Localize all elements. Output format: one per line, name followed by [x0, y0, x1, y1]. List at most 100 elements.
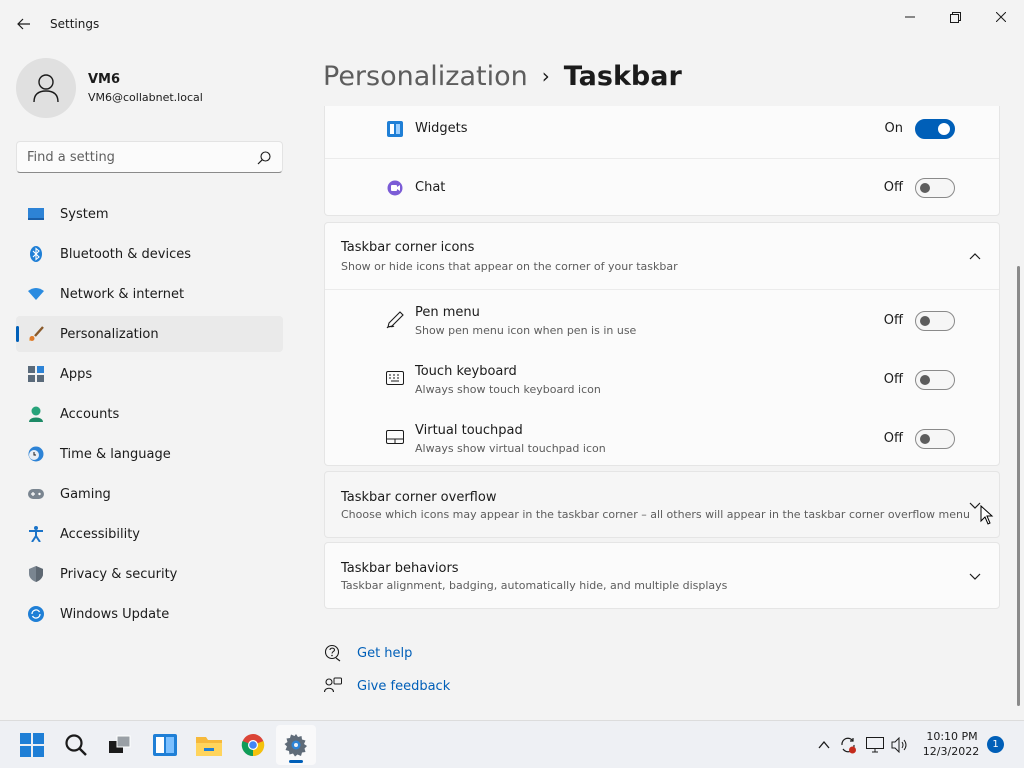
sidebar-item-accessibility[interactable]: Accessibility — [16, 516, 283, 552]
corner-icons-card: Taskbar corner icons Show or hide icons … — [324, 222, 1000, 466]
search-icon — [65, 734, 87, 756]
get-help-link[interactable]: Get help — [324, 643, 412, 663]
chat-row: Chat Off — [325, 159, 999, 217]
touch-keyboard-description: Always show touch keyboard icon — [415, 383, 601, 396]
file-explorer-button[interactable] — [189, 725, 229, 765]
sidebar-item-personalization[interactable]: Personalization — [16, 316, 283, 352]
task-view-icon — [109, 735, 131, 753]
settings-taskbar-button[interactable] — [276, 725, 316, 765]
chat-toggle[interactable] — [915, 178, 955, 198]
sidebar-item-label: System — [60, 206, 109, 222]
sidebar-item-network[interactable]: Network & internet — [16, 276, 283, 312]
breadcrumb-parent[interactable]: Personalization — [323, 61, 528, 92]
avatar[interactable] — [16, 58, 76, 118]
behaviors-card[interactable]: Taskbar behaviors Taskbar alignment, bad… — [324, 542, 1000, 609]
mouse-cursor-icon — [980, 505, 994, 525]
virtual-touchpad-state: Off — [883, 431, 903, 446]
sidebar-item-apps[interactable]: Apps — [16, 356, 283, 392]
breadcrumb: Personalization › Taskbar — [323, 58, 682, 94]
corner-icons-title: Taskbar corner icons — [341, 240, 475, 255]
sidebar-item-bluetooth[interactable]: Bluetooth & devices — [16, 236, 283, 272]
person-icon — [28, 406, 44, 422]
get-help-label[interactable]: Get help — [357, 646, 412, 661]
pen-menu-row: Pen menu Show pen menu icon when pen is … — [325, 290, 999, 349]
monitor-icon — [28, 206, 44, 222]
show-hidden-icons-button[interactable] — [814, 735, 834, 755]
chevron-up-icon[interactable] — [967, 248, 983, 264]
chevron-down-icon[interactable] — [967, 569, 983, 585]
corner-icons-subtitle: Show or hide icons that appear on the co… — [341, 260, 678, 273]
toggle-knob — [938, 123, 950, 135]
sidebar-item-system[interactable]: System — [16, 196, 283, 232]
sidebar-item-label: Gaming — [60, 486, 111, 502]
widgets-taskbar-button[interactable] — [145, 725, 185, 765]
scrollbar[interactable] — [1017, 266, 1020, 706]
sidebar-item-privacy[interactable]: Privacy & security — [16, 556, 283, 592]
pen-menu-description: Show pen menu icon when pen is in use — [415, 324, 637, 337]
tray-network-button[interactable] — [865, 735, 885, 755]
chrome-button[interactable] — [233, 725, 273, 765]
back-button[interactable] — [12, 12, 36, 36]
search-icon[interactable] — [256, 150, 272, 166]
close-button[interactable] — [985, 6, 1017, 28]
give-feedback-label[interactable]: Give feedback — [357, 679, 450, 694]
chrome-icon — [241, 734, 265, 757]
widgets-icon — [386, 120, 404, 138]
task-view-button[interactable] — [100, 725, 140, 765]
pen-menu-state: Off — [883, 313, 903, 328]
widgets-row: Widgets On — [325, 106, 999, 158]
sidebar-item-gaming[interactable]: Gaming — [16, 476, 283, 512]
sidebar-item-label: Bluetooth & devices — [60, 246, 191, 262]
pen-menu-label: Pen menu — [415, 305, 480, 320]
title-bar: Settings — [0, 0, 1024, 48]
virtual-touchpad-toggle[interactable] — [915, 429, 955, 449]
notification-badge[interactable]: 1 — [987, 736, 1004, 753]
arrow-left-icon — [17, 18, 30, 30]
clock-date[interactable]: 12/3/2022 — [916, 745, 986, 758]
search-box[interactable] — [16, 141, 283, 173]
widgets-label: Widgets — [415, 121, 468, 136]
folder-icon — [196, 737, 222, 756]
gear-icon — [284, 734, 307, 757]
pen-icon — [386, 311, 404, 329]
touch-keyboard-label: Touch keyboard — [415, 364, 517, 379]
corner-icons-header[interactable]: Taskbar corner icons Show or hide icons … — [325, 223, 999, 289]
tray-volume-button[interactable] — [890, 735, 910, 755]
touch-keyboard-toggle[interactable] — [915, 370, 955, 390]
sidebar-item-time-language[interactable]: Time & language — [16, 436, 283, 472]
volume-icon — [891, 737, 907, 753]
sidebar-nav: System Bluetooth & devices Network & int… — [16, 196, 283, 636]
start-button[interactable] — [12, 725, 52, 765]
sidebar-item-label: Accessibility — [60, 526, 140, 542]
sync-error-icon — [841, 737, 856, 754]
restore-button[interactable] — [939, 6, 971, 28]
update-icon — [28, 606, 44, 622]
give-feedback-link[interactable]: Give feedback — [324, 676, 450, 696]
close-icon — [996, 12, 1006, 22]
sidebar-item-windows-update[interactable]: Windows Update — [16, 596, 283, 632]
widgets-toggle[interactable] — [915, 119, 955, 139]
breadcrumb-separator: › — [541, 64, 550, 88]
sidebar-item-label: Personalization — [60, 326, 159, 342]
sidebar-item-accounts[interactable]: Accounts — [16, 396, 283, 432]
network-icon — [866, 737, 884, 753]
behaviors-title: Taskbar behaviors — [341, 561, 459, 576]
windows-logo-icon — [20, 733, 44, 757]
tray-sync-button[interactable] — [838, 735, 858, 755]
corner-overflow-subtitle: Choose which icons may appear in the tas… — [341, 508, 970, 521]
pen-menu-toggle[interactable] — [915, 311, 955, 331]
search-input[interactable] — [27, 148, 247, 166]
taskbar — [0, 720, 1024, 768]
widgets-state: On — [884, 121, 903, 136]
clock-time[interactable]: 10:10 PM — [922, 730, 982, 743]
minimize-button[interactable] — [894, 6, 926, 28]
sidebar-item-label: Apps — [60, 366, 93, 382]
page-title: Taskbar — [563, 60, 682, 92]
chat-state: Off — [883, 180, 903, 195]
restore-icon — [949, 11, 961, 23]
minimize-icon — [905, 16, 915, 18]
touch-keyboard-row: Touch keyboard Always show touch keyboar… — [325, 349, 999, 408]
person-icon — [33, 74, 59, 103]
corner-overflow-card[interactable]: Taskbar corner overflow Choose which ico… — [324, 471, 1000, 538]
search-taskbar-button[interactable] — [56, 725, 96, 765]
